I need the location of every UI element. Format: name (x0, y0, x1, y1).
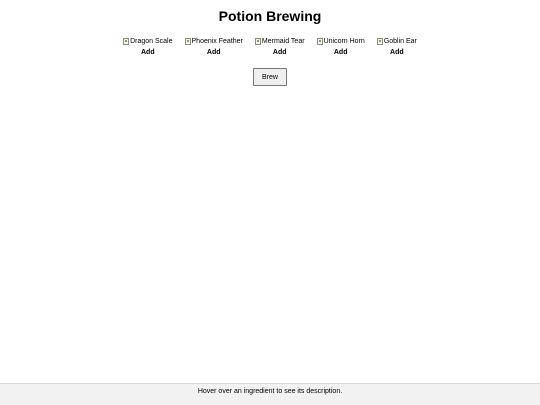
ingredient-image-alt: Unicorn Horn (323, 38, 365, 45)
ingredient-image-alt: Mermaid Tear (261, 38, 305, 45)
ingredient-image[interactable]: Phoenix Feather (184, 37, 243, 46)
ingredient-image[interactable]: Goblin Ear (376, 37, 417, 46)
brew-button[interactable]: Brew (253, 68, 287, 86)
ingredient-image-alt: Goblin Ear (383, 38, 417, 45)
broken-image-icon (254, 38, 261, 45)
ingredient-goblin-ear[interactable]: Goblin Ear Add (376, 37, 417, 57)
broken-image-icon (316, 38, 323, 45)
add-button[interactable]: Add (390, 48, 404, 57)
potion-brewing-page: Potion Brewing Dragon Scale Add Phoenix … (0, 0, 540, 405)
ingredient-image[interactable]: Unicorn Horn (316, 37, 365, 46)
ingredient-list: Dragon Scale Add Phoenix Feather Add Mer… (0, 37, 540, 57)
add-button[interactable]: Add (273, 48, 287, 57)
broken-image-icon (376, 38, 383, 45)
add-button[interactable]: Add (207, 48, 221, 57)
ingredient-image[interactable]: Dragon Scale (123, 37, 173, 46)
add-button[interactable]: Add (141, 48, 155, 57)
ingredient-image-alt: Phoenix Feather (191, 38, 243, 45)
ingredient-dragon-scale[interactable]: Dragon Scale Add (123, 37, 173, 57)
ingredient-unicorn-horn[interactable]: Unicorn Horn Add (316, 37, 365, 57)
page-title: Potion Brewing (218, 8, 322, 24)
ingredient-image-alt: Dragon Scale (130, 38, 173, 45)
description-footer: Hover over an ingredient to see its desc… (0, 383, 540, 405)
ingredient-image[interactable]: Mermaid Tear (254, 37, 305, 46)
add-button[interactable]: Add (334, 48, 348, 57)
ingredient-phoenix-feather[interactable]: Phoenix Feather Add (184, 37, 243, 57)
broken-image-icon (184, 38, 191, 45)
ingredient-mermaid-tear[interactable]: Mermaid Tear Add (254, 37, 305, 57)
broken-image-icon (123, 38, 130, 45)
